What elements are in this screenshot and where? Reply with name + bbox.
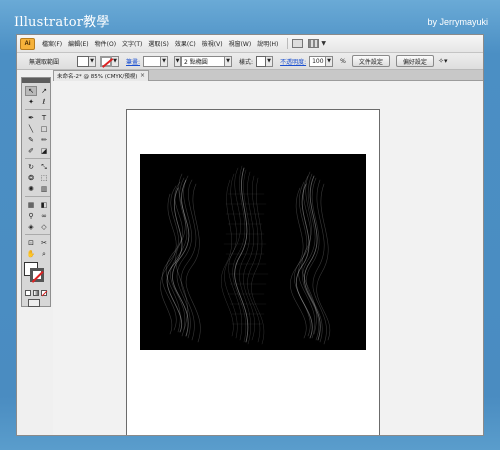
stroke-weight-dropdown[interactable]: ▼ (161, 55, 169, 67)
arrange-documents-icon[interactable] (308, 39, 320, 48)
stroke-weight-field[interactable] (143, 55, 162, 67)
stroke-panel-link[interactable]: 筆畫: (126, 57, 140, 66)
blob-brush-tool-icon[interactable]: ✐ (25, 146, 37, 156)
fill-stroke-controls (24, 262, 50, 288)
pencil-tool-icon[interactable]: ✏ (38, 135, 50, 145)
column-graph-tool-icon[interactable]: ▥ (38, 184, 50, 194)
eraser-tool-icon[interactable]: ◪ (38, 146, 50, 156)
selection-tool-icon[interactable]: ↖ (25, 86, 37, 96)
scale-tool-icon[interactable]: ⤡ (38, 162, 50, 172)
warp-tool-icon[interactable]: ❂ (25, 173, 37, 183)
selection-status: 無選取範圍 (29, 58, 60, 66)
tools-separator (25, 196, 50, 198)
artboard-tool-icon[interactable]: ⊡ (25, 238, 37, 248)
illustrator-window: Ai 檔案(F) 編輯(E) 物件(O) 文字(T) 選取(S) 效果(C) 檢… (16, 34, 484, 436)
screen-mode-icon[interactable] (28, 299, 40, 307)
rectangle-tool-icon[interactable]: □ (38, 124, 50, 134)
menu-edit[interactable]: 編輯(E) (65, 39, 91, 48)
control-panel-menu-icon[interactable]: ✧▾ (437, 56, 449, 66)
tutorial-banner-credit: by Jerrymayuki (427, 17, 488, 27)
style-label: 樣式: (239, 58, 254, 66)
graphic-style-swatch[interactable] (256, 55, 267, 67)
live-paint-selection-icon[interactable]: ◇ (38, 222, 50, 232)
menu-select[interactable]: 選取(S) (145, 39, 172, 48)
graphic-style-dropdown[interactable]: ▼ (266, 55, 274, 67)
line-tool-icon[interactable]: ╲ (25, 124, 37, 134)
lasso-tool-icon[interactable]: ℓ (38, 97, 50, 107)
canvas-area[interactable] (53, 81, 483, 435)
menu-object[interactable]: 物件(O) (92, 39, 119, 48)
smoke-strokes-graphic (160, 165, 331, 345)
symbol-sprayer-tool-icon[interactable]: ✺ (25, 184, 37, 194)
brush-preview-arrow[interactable]: ▼ (174, 55, 182, 67)
menu-view[interactable]: 檢視(V) (199, 39, 226, 48)
close-icon[interactable]: × (140, 72, 145, 79)
brush-definition-field[interactable]: 2 點橢圓 (181, 55, 226, 67)
preferences-button[interactable]: 偏好設定 (395, 55, 434, 67)
tools-separator (25, 158, 50, 160)
tools-grid: ↖ ↗ ✦ ℓ ✒ T ╲ □ ✎ ✏ ✐ ◪ ↻ ⤡ ❂ ⬚ ✺ ▥ ▦ ◧ ⚲ ∞ ◈ ◇ ⊡ ✂ ✋ ⌕ (22, 83, 50, 259)
stroke-box[interactable] (30, 268, 44, 282)
tools-separator (25, 234, 50, 236)
gradient-mode-icon[interactable] (33, 290, 39, 296)
illustrator-logo-icon: Ai (20, 37, 35, 50)
stroke-dropdown-arrow[interactable]: ▼ (112, 55, 120, 67)
mesh-tool-icon[interactable]: ▦ (25, 200, 37, 210)
slice-tool-icon[interactable]: ✂ (38, 238, 50, 248)
zoom-tool-icon[interactable]: ⌕ (38, 249, 50, 259)
document-tab[interactable]: 未命名-2* @ 85% (CMYK/預視) × (53, 70, 149, 81)
control-bar: 無選取範圍 ▼ ▼ 筆畫: ▼ ▼ 2 點橢圓 ▼ 樣式: ▼ 不透明度: 10… (17, 53, 483, 70)
free-transform-tool-icon[interactable]: ⬚ (38, 173, 50, 183)
fill-color-swatch[interactable] (77, 55, 90, 67)
menubar-divider (287, 38, 289, 49)
menu-file[interactable]: 檔案(F) (39, 39, 65, 48)
paintbrush-tool-icon[interactable]: ✎ (25, 135, 37, 145)
opacity-unit: % (340, 57, 346, 65)
hand-tool-icon[interactable]: ✋ (25, 249, 37, 259)
none-mode-icon[interactable] (41, 290, 47, 296)
menu-window[interactable]: 視窗(W) (226, 39, 255, 48)
menu-help[interactable]: 說明(H) (254, 39, 281, 48)
color-mode-buttons (25, 290, 50, 296)
direct-selection-tool-icon[interactable]: ↗ (38, 86, 50, 96)
tools-panel: ↖ ↗ ✦ ℓ ✒ T ╲ □ ✎ ✏ ✐ ◪ ↻ ⤡ ❂ ⬚ ✺ ▥ ▦ ◧ ⚲ ∞ ◈ ◇ ⊡ ✂ ✋ ⌕ (21, 77, 51, 307)
stroke-color-swatch[interactable] (100, 55, 113, 67)
tools-separator (25, 109, 50, 111)
rotate-tool-icon[interactable]: ↻ (25, 162, 37, 172)
document-setup-button[interactable]: 文件設定 (351, 55, 390, 67)
opacity-panel-link[interactable]: 不透明度: (280, 57, 306, 66)
document-tab-title: 未命名-2* @ 85% (CMYK/預視) (57, 74, 138, 80)
bridge-icon[interactable] (292, 39, 304, 48)
magic-wand-tool-icon[interactable]: ✦ (25, 97, 37, 107)
menu-bar: Ai 檔案(F) 編輯(E) 物件(O) 文字(T) 選取(S) 效果(C) 檢… (17, 35, 483, 53)
fill-dropdown-arrow[interactable]: ▼ (89, 55, 97, 67)
brush-dropdown-arrow[interactable]: ▼ (225, 55, 233, 67)
tutorial-banner-title: Illustrator教學 (14, 15, 110, 30)
opacity-field[interactable]: 100 (309, 55, 327, 67)
menu-type[interactable]: 文字(T) (119, 39, 145, 48)
color-mode-icon[interactable] (25, 290, 31, 296)
eyedropper-tool-icon[interactable]: ⚲ (25, 211, 37, 221)
blend-tool-icon[interactable]: ∞ (38, 211, 50, 221)
artboard[interactable] (126, 109, 380, 435)
chevron-down-icon[interactable]: ▼ (321, 40, 326, 47)
gradient-tool-icon[interactable]: ◧ (38, 200, 50, 210)
document-tab-bar: 未命名-2* @ 85% (CMYK/預視) × (53, 70, 483, 81)
menu-effect[interactable]: 效果(C) (172, 39, 199, 48)
smoke-artwork[interactable] (140, 154, 366, 350)
opacity-dropdown[interactable]: ▼ (326, 55, 334, 67)
type-tool-icon[interactable]: T (38, 113, 50, 123)
live-paint-bucket-icon[interactable]: ◈ (25, 222, 37, 232)
pen-tool-icon[interactable]: ✒ (25, 113, 37, 123)
